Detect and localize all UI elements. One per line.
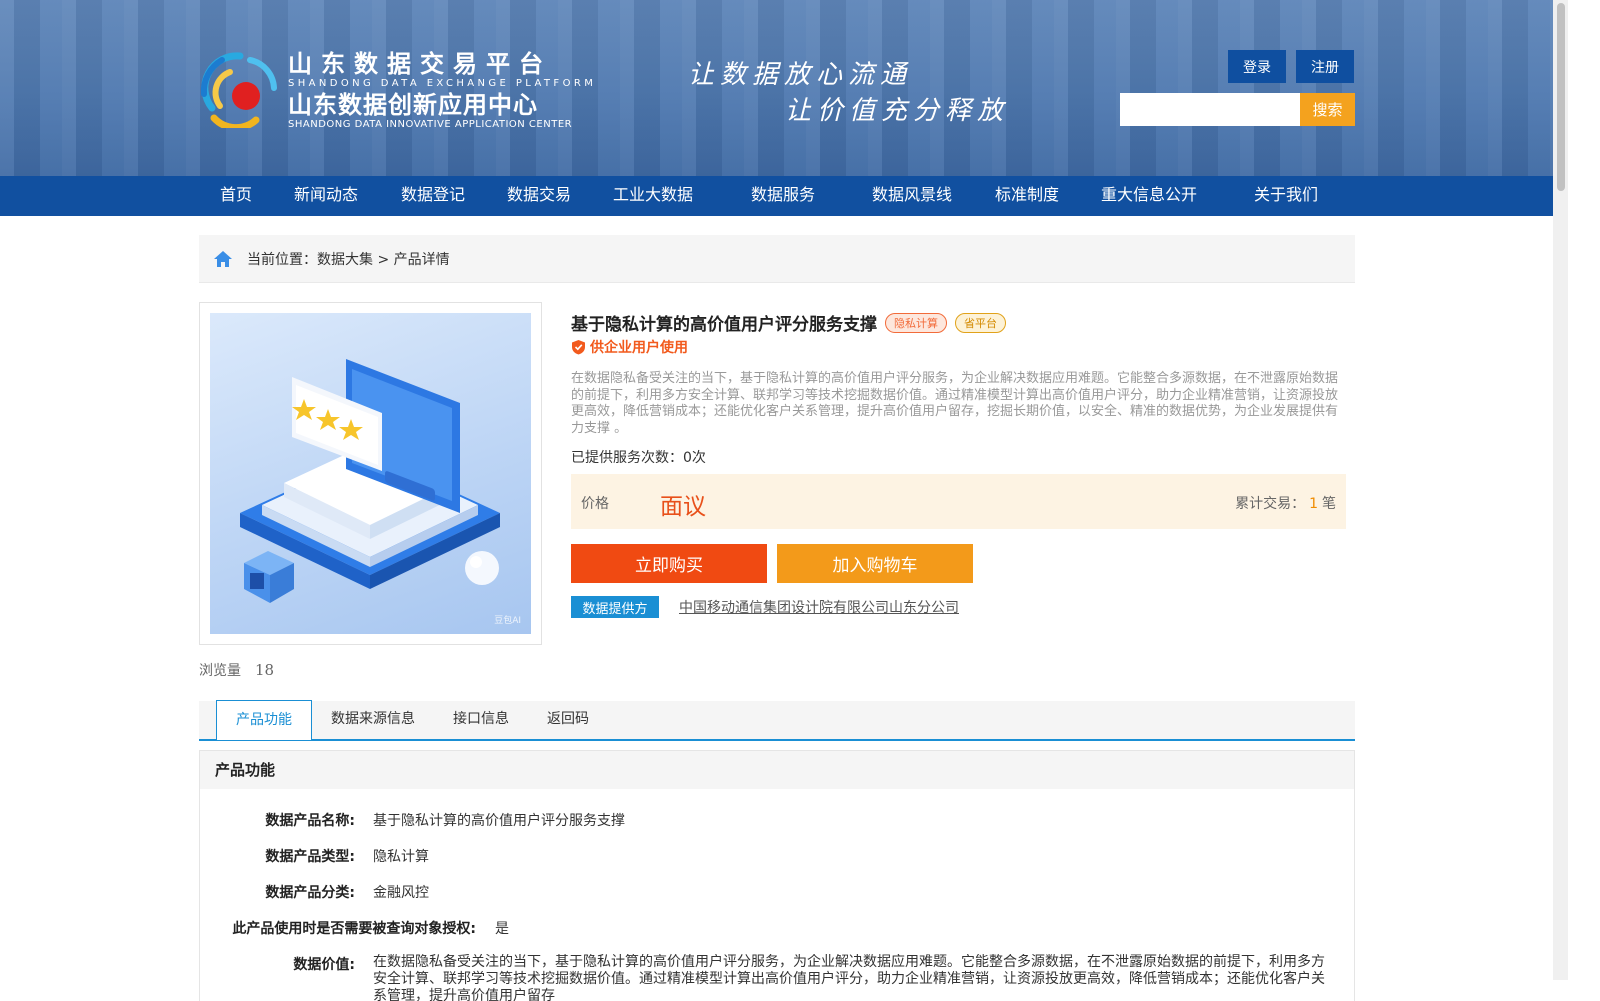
platform-logo (200, 52, 277, 128)
tag-provincial-platform: 省平台 (955, 312, 1006, 333)
product-image-frame: 豆包AI (199, 302, 542, 645)
field-label: 数据产品类型: (265, 849, 355, 865)
enterprise-use-label: 供企业用户使用 (590, 340, 688, 356)
section-title: 产品功能 (200, 751, 1354, 789)
nav-item-data-trading[interactable]: 数据交易 (507, 176, 571, 216)
price-label: 价格 (581, 496, 609, 512)
nav-item-home[interactable]: 首页 (220, 176, 252, 216)
tab-return-codes[interactable]: 返回码 (547, 701, 589, 739)
site-header: 山东数据交易平台 SHANDONG DATA EXCHANGE PLATFORM… (0, 0, 1553, 176)
brand-name-en: SHANDONG DATA EXCHANGE PLATFORM (288, 78, 597, 89)
tab-interface-info[interactable]: 接口信息 (453, 701, 509, 739)
field-value: 金融风控 (373, 885, 429, 901)
price-value: 面议 (660, 494, 706, 520)
nav-item-news[interactable]: 新闻动态 (294, 176, 358, 216)
rating-illustration (240, 359, 500, 603)
nav-item-data-landscape[interactable]: 数据风景线 (872, 176, 952, 216)
field-label: 此产品使用时是否需要被查询对象授权: (232, 921, 476, 937)
image-watermark: 豆包AI (494, 616, 521, 626)
tag-privacy-computing: 隐私计算 (885, 312, 947, 333)
login-button[interactable]: 登录 (1228, 50, 1286, 83)
tab-product-function[interactable]: 产品功能 (216, 700, 312, 740)
brand-block: 山东数据交易平台 SHANDONG DATA EXCHANGE PLATFORM… (288, 50, 596, 131)
product-description: 在数据隐私备受关注的当下，基于隐私计算的高价值用户评分服务，为企业解决数据应用难… (571, 371, 1339, 436)
cumulative-trades: 累计交易： 1 笔 (1235, 493, 1336, 513)
nav-item-data-services[interactable]: 数据服务 (751, 176, 815, 216)
page-scrollbar[interactable] (1553, 0, 1568, 980)
slogan-line-1: 让数据放心流通 (688, 60, 913, 90)
field-value: 隐私计算 (373, 849, 429, 865)
product-function-section: 产品功能 数据产品名称: 基于隐私计算的高价值用户评分服务支撑 数据产品类型: … (199, 750, 1355, 1001)
add-to-cart-button[interactable]: 加入购物车 (777, 544, 973, 583)
nav-item-industrial-big-data[interactable]: 工业大数据 (613, 176, 693, 216)
views-number: 18 (255, 661, 275, 679)
field-label: 数据产品名称: (265, 813, 355, 829)
field-label: 数据价值: (293, 957, 355, 973)
trade-label: 累计交易： (1235, 496, 1306, 512)
field-value: 基于隐私计算的高价值用户评分服务支撑 (373, 813, 625, 829)
trade-count: 1 (1309, 496, 1318, 512)
center-name-cn: 山东数据创新应用中心 (288, 91, 538, 119)
field-data-value: 数据价值: 在数据隐私备受关注的当下，基于隐私计算的高价值用户评分服务，为企业解… (200, 954, 1354, 1001)
nav-item-standards[interactable]: 标准制度 (995, 176, 1059, 216)
center-name-en: SHANDONG DATA INNOVATIVE APPLICATION CEN… (288, 119, 573, 130)
price-box: 价格 面议 累计交易： 1 笔 (571, 474, 1346, 529)
shield-check-icon (572, 340, 585, 355)
home-icon[interactable] (213, 249, 233, 269)
service-count: 已提供服务次数：0次 (571, 450, 706, 466)
nav-item-about-us[interactable]: 关于我们 (1254, 176, 1318, 216)
tab-data-source[interactable]: 数据来源信息 (331, 701, 415, 739)
buy-now-button[interactable]: 立即购买 (571, 544, 767, 583)
enterprise-use-note: 供企业用户使用 (571, 337, 688, 357)
views-label: 浏览量 (199, 663, 241, 679)
brand-name-cn: 山东数据交易平台 (288, 50, 552, 78)
provider-tag: 数据提供方 (571, 596, 659, 618)
register-button[interactable]: 注册 (1296, 50, 1354, 83)
scrollbar-thumb[interactable] (1557, 3, 1565, 191)
slogan-line-2: 让价值充分释放 (785, 96, 1010, 126)
provider-link[interactable]: 中国移动通信集团设计院有限公司山东分公司 (679, 597, 959, 617)
view-count: 浏览量 18 (199, 660, 274, 680)
detail-tabs: 产品功能 数据来源信息 接口信息 返回码 (199, 700, 1355, 741)
field-value: 在数据隐私备受关注的当下，基于隐私计算的高价值用户评分服务，为企业解决数据应用难… (373, 954, 1325, 1001)
search-input[interactable] (1120, 93, 1300, 126)
main-nav: 首页 新闻动态 数据登记 数据交易 工业大数据 数据服务 数据风景线 标准制度 … (0, 176, 1553, 216)
product-title: 基于隐私计算的高价值用户评分服务支撑 (571, 315, 877, 335)
nav-item-disclosure[interactable]: 重大信息公开 (1101, 176, 1197, 216)
breadcrumb: 当前位置：数据大集 > 产品详情 (199, 235, 1355, 283)
field-label: 数据产品分类: (265, 885, 355, 901)
search-button[interactable]: 搜索 (1300, 93, 1355, 126)
product-title-row: 基于隐私计算的高价值用户评分服务支撑 隐私计算 省平台 (571, 310, 1006, 335)
trade-unit: 笔 (1322, 496, 1336, 512)
field-value: 是 (495, 921, 509, 937)
nav-item-data-registration[interactable]: 数据登记 (401, 176, 465, 216)
breadcrumb-text: 当前位置：数据大集 > 产品详情 (247, 251, 450, 268)
product-image: 豆包AI (210, 313, 531, 634)
